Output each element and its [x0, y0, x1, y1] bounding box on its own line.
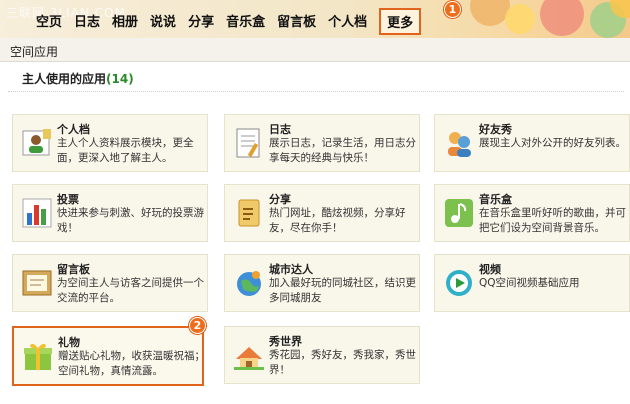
app-name: 分享	[269, 193, 291, 206]
app-name: 城市达人	[269, 263, 313, 276]
app-desc: 在音乐盒里听好听的歌曲，并可把它们设为空间背景音乐。	[479, 207, 626, 234]
nav-more-button[interactable]: 更多	[379, 8, 422, 35]
decoration-circle	[540, 0, 584, 36]
app-name: 视频	[479, 263, 501, 276]
nav-guestbook[interactable]: 留言板	[271, 8, 322, 35]
app-card-guestbook[interactable]: 留言板 为空间主人与访客之间提供一个交流的平台。	[12, 254, 208, 312]
app-card-world[interactable]: 秀世界 秀花园，秀好友，秀我家，秀世界！	[224, 326, 420, 384]
app-name: 好友秀	[479, 123, 512, 136]
app-desc: 热门网址，酷炫视频，分享好友，尽在你手！	[269, 207, 406, 234]
app-name: 个人档	[57, 123, 90, 136]
friends-icon	[443, 127, 475, 159]
share-icon	[233, 197, 265, 229]
nav-music[interactable]: 音乐盒	[220, 8, 271, 35]
app-desc: 秀花园，秀好友，秀我家，秀世界！	[269, 349, 416, 376]
app-count: (14)	[106, 72, 134, 86]
app-desc: 为空间主人与访客之间提供一个交流的平台。	[57, 277, 204, 304]
guestbook-icon	[21, 267, 53, 299]
vote-icon	[21, 197, 53, 229]
app-card-city[interactable]: 城市达人 加入最好玩的同城社区，结识更多同城朋友	[224, 254, 420, 312]
gift-icon	[22, 340, 54, 372]
app-desc: 展现主人对外公开的好友列表。	[479, 137, 626, 149]
decoration-circle	[470, 0, 510, 26]
subtitle-label: 主人使用的应用	[22, 72, 107, 86]
app-desc: 展示日志，记录生活，用日志分享每天的经典与快乐！	[269, 137, 416, 164]
top-nav-bar: 三联网 3LIAN.COM 空页 日志 相册 说说 分享 音乐盒 留言板 个人档…	[0, 0, 630, 38]
nav-home[interactable]: 空页	[30, 8, 68, 35]
nav-album[interactable]: 相册	[106, 8, 144, 35]
app-name: 礼物	[58, 336, 80, 349]
nav-share[interactable]: 分享	[182, 8, 220, 35]
blog-icon	[233, 127, 265, 159]
app-desc: QQ空间视频基础应用	[479, 277, 580, 289]
music-icon	[443, 197, 475, 229]
app-card-gift[interactable]: 礼物 赠送贴心礼物，收获温暖祝福；空间礼物，真情流露。	[12, 326, 205, 386]
app-name: 留言板	[57, 263, 90, 276]
world-icon	[233, 339, 265, 371]
app-desc: 主人个人资料展示模块，更全面，更深入地了解主人。	[57, 137, 194, 164]
app-card-music[interactable]: 音乐盒 在音乐盒里听好听的歌曲，并可把它们设为空间背景音乐。	[434, 184, 630, 242]
app-card-friends[interactable]: 好友秀 展现主人对外公开的好友列表。	[434, 114, 630, 172]
app-card-share[interactable]: 分享 热门网址，酷炫视频，分享好友，尽在你手！	[224, 184, 420, 242]
section-subtitle: 主人使用的应用(14)	[8, 62, 624, 92]
app-name: 秀世界	[269, 335, 302, 348]
app-desc: 加入最好玩的同城社区，结识更多同城朋友	[269, 277, 416, 304]
step-badge-1: 1	[444, 1, 461, 18]
app-name: 日志	[269, 123, 291, 136]
app-card-vote[interactable]: 投票 快进来参与刺激、好玩的投票游戏！	[12, 184, 208, 242]
decoration-circle	[505, 4, 535, 34]
nav-talk[interactable]: 说说	[144, 8, 182, 35]
app-name: 音乐盒	[479, 193, 512, 206]
app-desc: 快进来参与刺激、好玩的投票游戏！	[57, 207, 204, 234]
nav-blog[interactable]: 日志	[68, 8, 106, 35]
nav-profile[interactable]: 个人档	[322, 8, 373, 35]
profile-icon	[21, 127, 53, 159]
city-icon	[233, 267, 265, 299]
video-icon	[443, 267, 475, 299]
app-card-video[interactable]: 视频 QQ空间视频基础应用	[434, 254, 630, 312]
app-desc: 赠送贴心礼物，收获温暖祝福；空间礼物，真情流露。	[58, 350, 205, 377]
app-card-profile[interactable]: 个人档 主人个人资料展示模块，更全面，更深入地了解主人。	[12, 114, 208, 172]
main-nav: 空页 日志 相册 说说 分享 音乐盒 留言板 个人档 更多	[30, 8, 422, 35]
section-title: 空间应用	[0, 38, 630, 62]
app-card-blog[interactable]: 日志 展示日志，记录生活，用日志分享每天的经典与快乐！	[224, 114, 420, 172]
app-name: 投票	[57, 193, 79, 206]
step-badge-2: 2	[189, 317, 206, 334]
